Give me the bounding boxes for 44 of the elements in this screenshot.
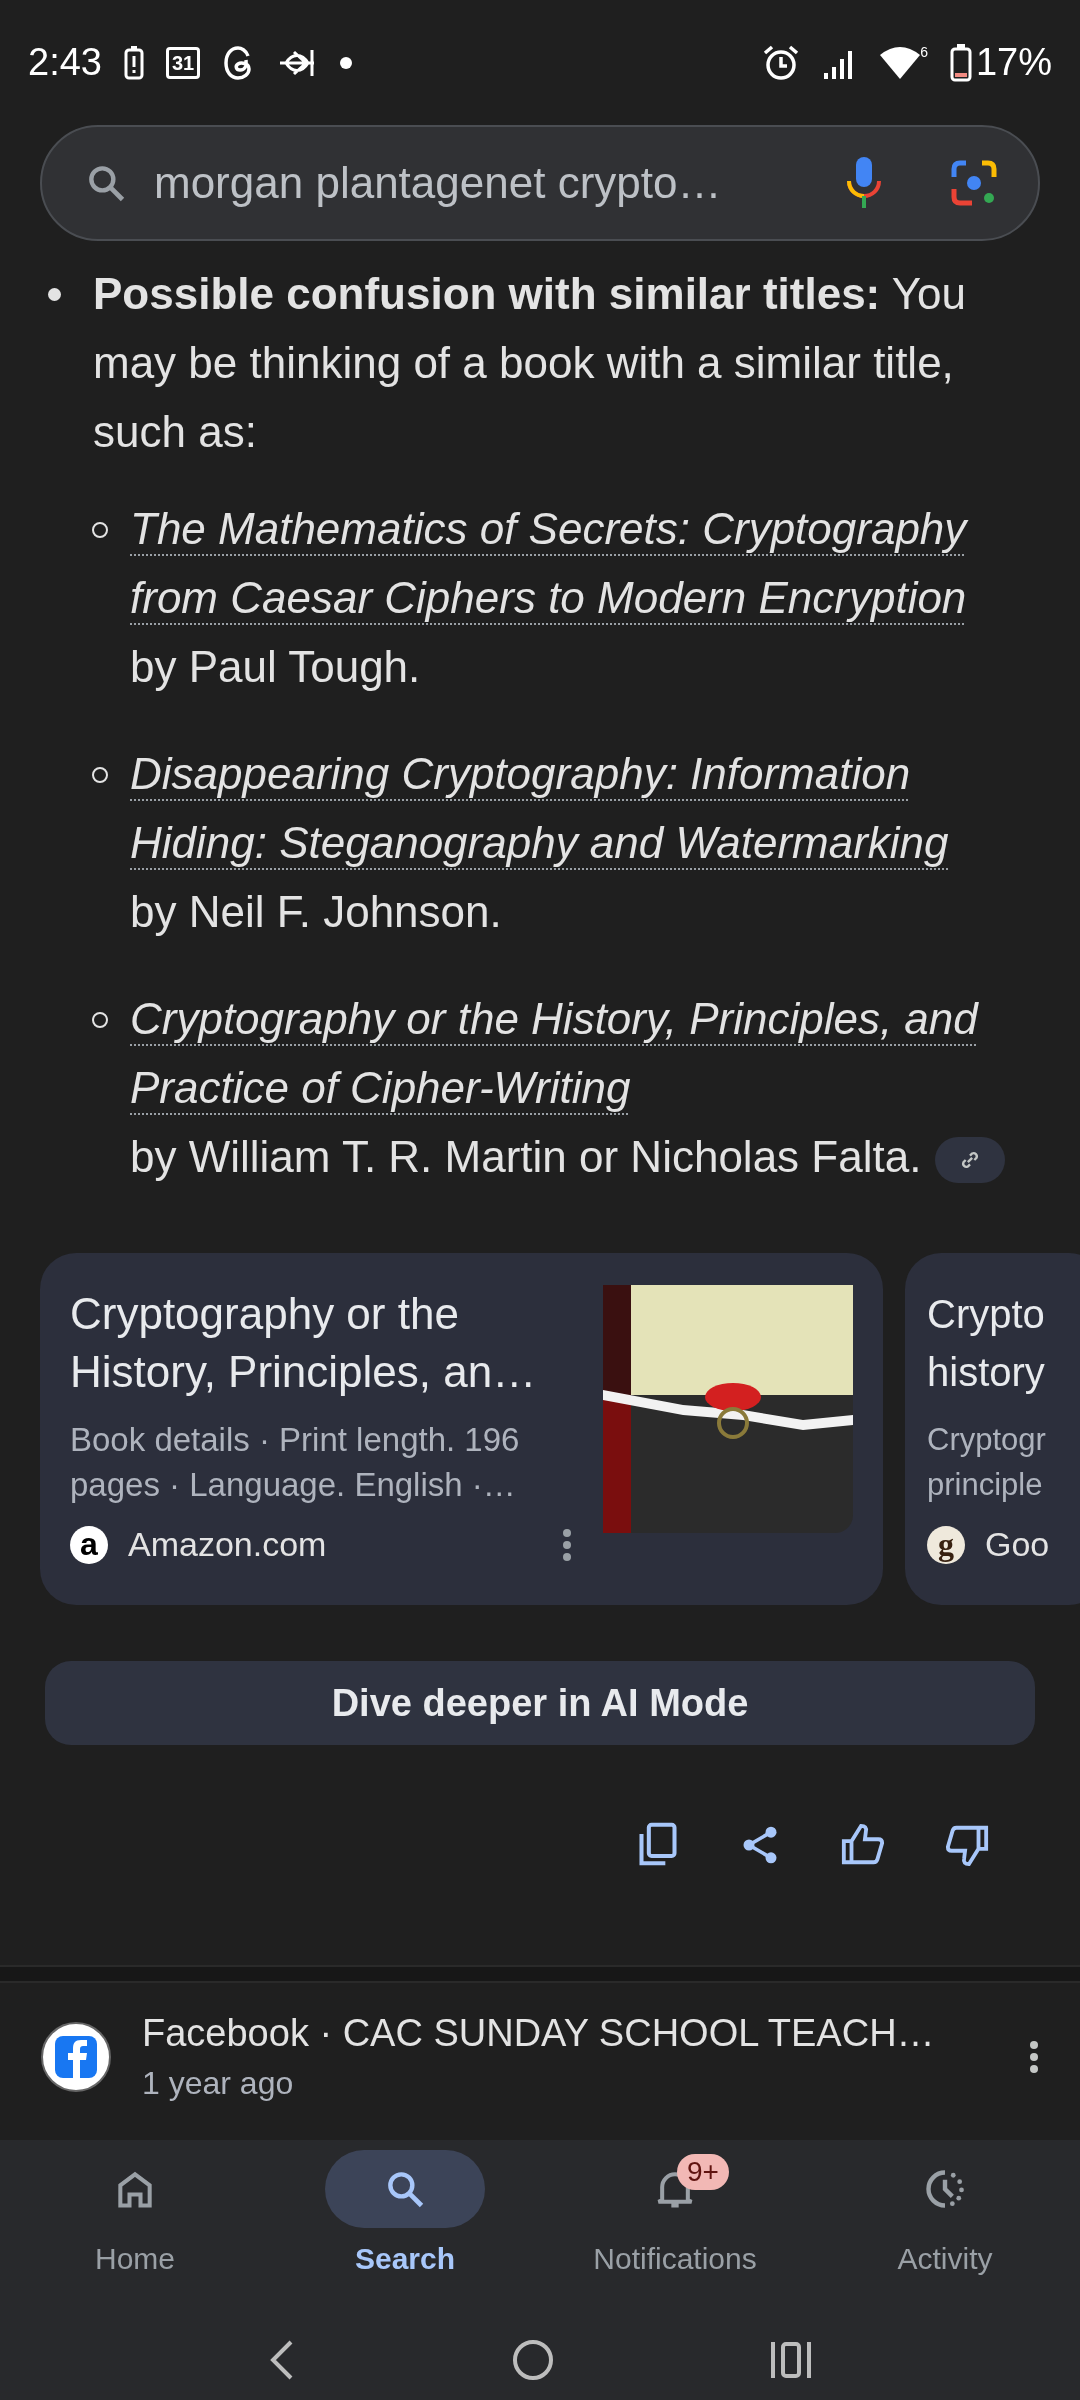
battery-alert-icon	[123, 45, 144, 80]
book-card[interactable]: Crypto history Cryptogr principle g Goo	[905, 1253, 1080, 1605]
ai-mode-button[interactable]: Dive deeper in AI Mode	[45, 1661, 1035, 1745]
wifi-generation-label: 6	[920, 43, 928, 60]
more-options-icon[interactable]	[1028, 2038, 1040, 2075]
source-link-button[interactable]	[935, 1137, 1006, 1184]
result-source[interactable]: Facebook · CAC SUNDAY SCHOOL TEACH…	[142, 2011, 998, 2055]
camera-lens-icon[interactable]	[950, 159, 998, 207]
card-description: Cryptogr principle	[927, 1421, 1047, 1504]
site-logo-icon: g	[927, 1525, 965, 1564]
more-options-icon[interactable]	[561, 1526, 573, 1563]
book-suggestion: Disappearing Cryptography: Information Hiding: Steganography and Watermarking by Neil F. Johnson.	[130, 739, 1040, 946]
book-suggestion: Cryptography or the History, Principles, and Practice of Cipher-Writing by William T. R. Martin or Nicholas Falta.	[130, 984, 1040, 1191]
nav-tab[interactable]: Home	[0, 2140, 270, 2320]
bullet-icon	[92, 522, 108, 538]
microphone-icon[interactable]	[844, 155, 884, 211]
site-name: Goo	[985, 1525, 1051, 1564]
nav-tab[interactable]: 9+ Notifications	[540, 2140, 810, 2320]
result-date: 1 year ago	[142, 2064, 295, 2102]
book-suggestion: The Mathematics of Secrets: Cryptography from Caesar Ciphers to Modern Encryption by Paul Tough.	[130, 494, 1040, 701]
notification-badge: 9+	[677, 2154, 729, 2190]
search-field[interactable]: morgan plantagenet crypto…	[40, 125, 1040, 241]
nav-tab[interactable]: Activity	[810, 2140, 1080, 2320]
site-name: Amazon.com	[128, 1525, 328, 1564]
card-title: Cryptography or the History, Principles, an…	[70, 1288, 538, 1398]
battery-icon	[949, 43, 972, 82]
card-description: Book details · Print length. 196 pages · Language. English ·…	[70, 1420, 521, 1505]
answer-paragraph: Possible confusion with similar titles: You may be thinking of a book with a similar title, such as:	[93, 268, 967, 458]
recent-apps-icon[interactable]	[769, 2340, 813, 2380]
clock: 2:43	[28, 41, 102, 84]
card-title: Crypto history	[927, 1291, 1046, 1396]
bullet-icon	[92, 767, 108, 783]
alarm-icon	[762, 43, 801, 82]
calendar-icon: 31	[165, 46, 201, 79]
bullet-icon	[48, 288, 61, 301]
facebook-logo-icon	[40, 2020, 112, 2093]
book-card[interactable]: Cryptography or the History, Principles, an… Book details · Print length. 196 pages · Language. English ·… a Amazon.com	[40, 1253, 883, 1605]
site-logo-icon: a	[70, 1525, 108, 1564]
nav-tab[interactable]: Search	[270, 2140, 540, 2320]
history-clock-icon	[923, 2167, 967, 2211]
bullet-icon	[92, 1012, 108, 1028]
battery-percent: 17%	[975, 41, 1052, 84]
dot-icon	[340, 56, 353, 69]
home-circle-icon[interactable]	[511, 2338, 555, 2382]
